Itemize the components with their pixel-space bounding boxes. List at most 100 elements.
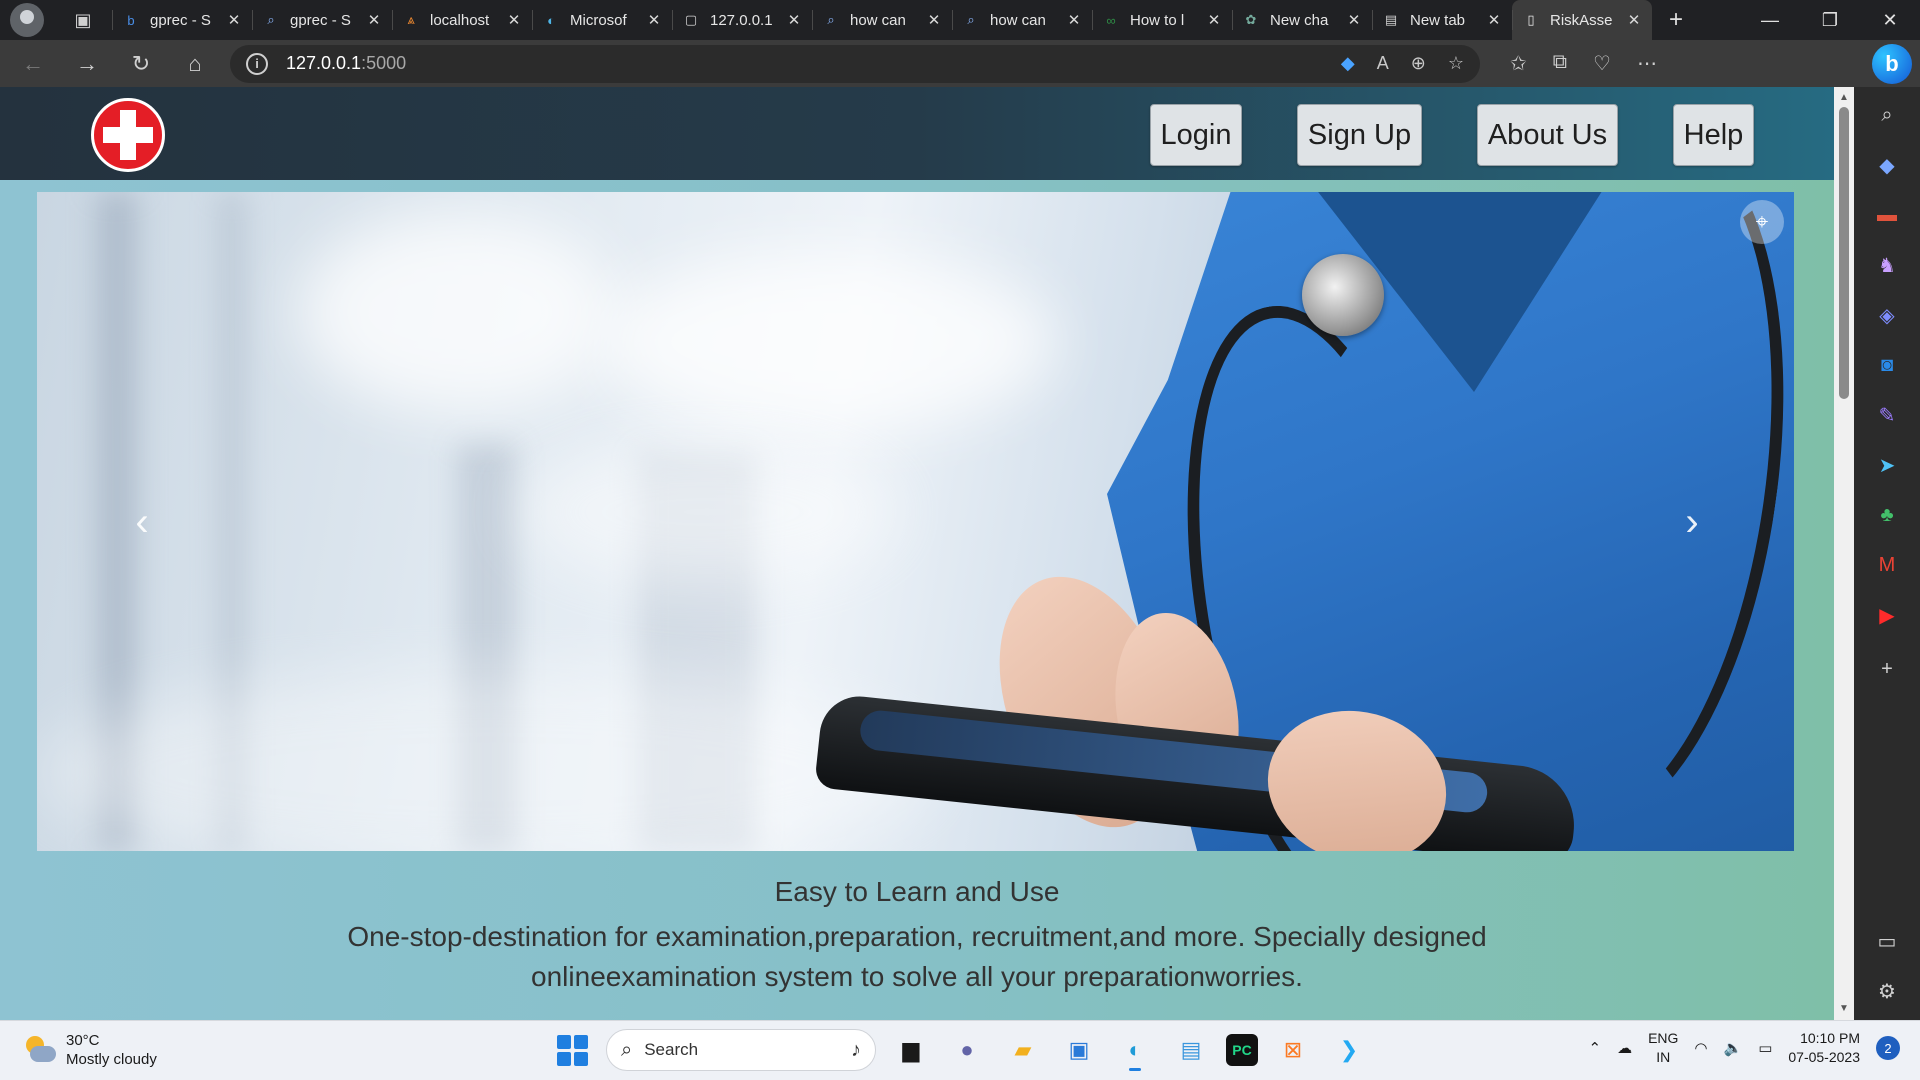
sidebar-telegram-icon[interactable]: ➤	[1873, 451, 1901, 479]
back-icon[interactable]: ←	[10, 44, 56, 84]
browser-tab[interactable]: ▢ 127.0.0.1 ✕	[672, 0, 812, 40]
tab-title: How to l	[1130, 11, 1185, 29]
page-scrollbar[interactable]: ▲ ▼	[1834, 87, 1854, 1020]
sidebar-tree-icon[interactable]: ♣	[1873, 501, 1901, 529]
profile-avatar[interactable]	[10, 3, 44, 37]
page-icon: ▢	[684, 12, 698, 27]
zoom-icon[interactable]: ⊕	[1411, 53, 1426, 74]
tab-close-icon[interactable]: ✕	[226, 11, 242, 29]
chatgpt-icon: ✿	[1245, 12, 1257, 27]
sidebar-gmail-icon[interactable]: M	[1873, 551, 1901, 579]
tab-title: New cha	[1270, 11, 1329, 29]
start-button[interactable]	[552, 1030, 592, 1070]
browser-tab[interactable]: ▤ New tab ✕	[1372, 0, 1512, 40]
microsoft-store-icon[interactable]: ▣	[1058, 1029, 1100, 1071]
tab-close-icon[interactable]: ✕	[1626, 11, 1642, 29]
language-indicator[interactable]: ENG IN	[1648, 1029, 1678, 1067]
url-host: 127.0.0.1	[286, 53, 362, 73]
sidebar-outlook-icon[interactable]: ◙	[1873, 351, 1901, 379]
sidebar-designer-icon[interactable]: ✎	[1873, 401, 1901, 429]
help-button[interactable]: Help	[1673, 104, 1754, 166]
address-bar[interactable]: i 127.0.0.1:5000 ◆ A ⊕ ☆	[230, 44, 1480, 83]
about-us-button[interactable]: About Us	[1477, 104, 1618, 166]
tab-title: how can	[850, 11, 906, 29]
tab-close-icon[interactable]: ✕	[366, 11, 382, 29]
browser-tab[interactable]: ▯ RiskAsse ✕	[1512, 0, 1652, 40]
notepad-icon[interactable]: ▤	[1170, 1029, 1212, 1071]
notification-badge[interactable]: 2	[1876, 1036, 1900, 1060]
home-icon[interactable]: ⌂	[172, 44, 218, 84]
teams-chat-icon[interactable]: ●	[946, 1029, 988, 1071]
taskbar-search[interactable]: ⌕ Search ♪	[606, 1029, 876, 1071]
clock[interactable]: 10:10 PM 07-05-2023	[1788, 1029, 1860, 1067]
browser-tab[interactable]: ⌕ how can ✕	[952, 0, 1092, 40]
collections-icon[interactable]: ⧉	[1553, 51, 1567, 76]
sidebar-shopping-icon[interactable]: ◆	[1873, 151, 1901, 179]
add-favorite-icon[interactable]: ☆	[1448, 53, 1464, 74]
pycharm-icon[interactable]: PC	[1226, 1034, 1258, 1066]
browser-tab[interactable]: ∞ How to l ✕	[1092, 0, 1232, 40]
scroll-down-icon[interactable]: ▼	[1834, 1000, 1854, 1018]
browser-tab[interactable]: ⌕ gprec - S ✕	[252, 0, 392, 40]
xampp-taskbar-icon[interactable]: ⊠	[1272, 1029, 1314, 1071]
read-aloud-icon[interactable]: A	[1377, 53, 1389, 74]
wifi-icon[interactable]: ◠	[1694, 1039, 1707, 1057]
tab-close-icon[interactable]: ✕	[1486, 11, 1502, 29]
favorites-icon[interactable]: ✩	[1510, 51, 1527, 76]
hero-carousel: ‹ › ⌖	[37, 192, 1794, 851]
browser-essentials-icon[interactable]: ♡	[1593, 51, 1611, 76]
login-button[interactable]: Login	[1150, 104, 1242, 166]
tab-close-icon[interactable]: ✕	[1066, 11, 1082, 29]
restore-icon[interactable]: ❐	[1800, 10, 1860, 31]
sidebar-search-icon[interactable]: ⌕	[1873, 101, 1901, 129]
sidebar-games-icon[interactable]: ♞	[1873, 251, 1901, 279]
file-explorer-icon[interactable]: ▰	[1002, 1029, 1044, 1071]
tab-close-icon[interactable]: ✕	[1346, 11, 1362, 29]
tab-close-icon[interactable]: ✕	[646, 11, 662, 29]
signup-button[interactable]: Sign Up	[1297, 104, 1422, 166]
new-tab-button[interactable]: +	[1658, 6, 1694, 34]
weather-widget[interactable]: 30°C Mostly cloudy	[22, 1031, 157, 1069]
sidebar-youtube-icon[interactable]: ▶	[1873, 601, 1901, 629]
tab-close-icon[interactable]: ✕	[506, 11, 522, 29]
forward-icon[interactable]: →	[64, 44, 110, 84]
bing-chat-icon[interactable]: b	[1872, 43, 1912, 84]
visual-search-icon[interactable]: ⌖	[1740, 200, 1784, 244]
red-cross-logo[interactable]	[91, 98, 165, 172]
minimize-icon[interactable]: —	[1740, 10, 1800, 31]
sidebar-settings-icon[interactable]: ⚙	[1873, 977, 1901, 1005]
tab-close-icon[interactable]: ✕	[1206, 11, 1222, 29]
vscode-icon[interactable]: ❯	[1328, 1029, 1370, 1071]
onedrive-icon[interactable]: ☁	[1617, 1039, 1632, 1057]
browser-tab[interactable]: ◐ Microsof ✕	[532, 0, 672, 40]
tab-close-icon[interactable]: ✕	[926, 11, 942, 29]
sidebar-office-icon[interactable]: ◈	[1873, 301, 1901, 329]
site-header: Login Sign Up About Us Help	[0, 87, 1834, 180]
more-menu-icon[interactable]: ⋯	[1637, 51, 1657, 76]
sidebar-add-icon[interactable]: +	[1873, 655, 1901, 683]
sidebar-panel-icon[interactable]: ▭	[1873, 927, 1901, 955]
sidebar-tools-icon[interactable]: ▬	[1873, 201, 1901, 229]
scroll-up-icon[interactable]: ▲	[1834, 89, 1854, 107]
volume-icon[interactable]: 🔈	[1724, 1039, 1743, 1057]
edge-taskbar-icon[interactable]: ◐	[1114, 1029, 1156, 1071]
tray-overflow-icon[interactable]: ⌃	[1588, 1039, 1601, 1057]
tab-close-icon[interactable]: ✕	[786, 11, 802, 29]
browser-tab[interactable]: ✿ New cha ✕	[1232, 0, 1372, 40]
tab-title: RiskAsse	[1550, 11, 1613, 29]
tab-actions-icon[interactable]: ▣	[66, 3, 100, 37]
browser-tab[interactable]: ⩓ localhost ✕	[392, 0, 532, 40]
coupon-tag-icon[interactable]: ◆	[1341, 53, 1355, 74]
scrollbar-thumb[interactable]	[1839, 107, 1849, 399]
carousel-prev-icon[interactable]: ‹	[117, 492, 167, 552]
carousel-next-icon[interactable]: ›	[1667, 492, 1717, 552]
site-info-icon[interactable]: i	[246, 52, 268, 75]
close-window-icon[interactable]: ✕	[1860, 10, 1920, 31]
weather-temp: 30°C	[66, 1032, 100, 1049]
browser-tab[interactable]: b gprec - S ✕	[112, 0, 252, 40]
battery-icon[interactable]: ▭	[1758, 1039, 1772, 1057]
browser-tab[interactable]: ⌕ how can ✕	[812, 0, 952, 40]
gfg-icon: ∞	[1106, 12, 1116, 28]
task-view-icon[interactable]: ▆	[890, 1029, 932, 1071]
refresh-icon[interactable]: ↻	[118, 44, 164, 84]
